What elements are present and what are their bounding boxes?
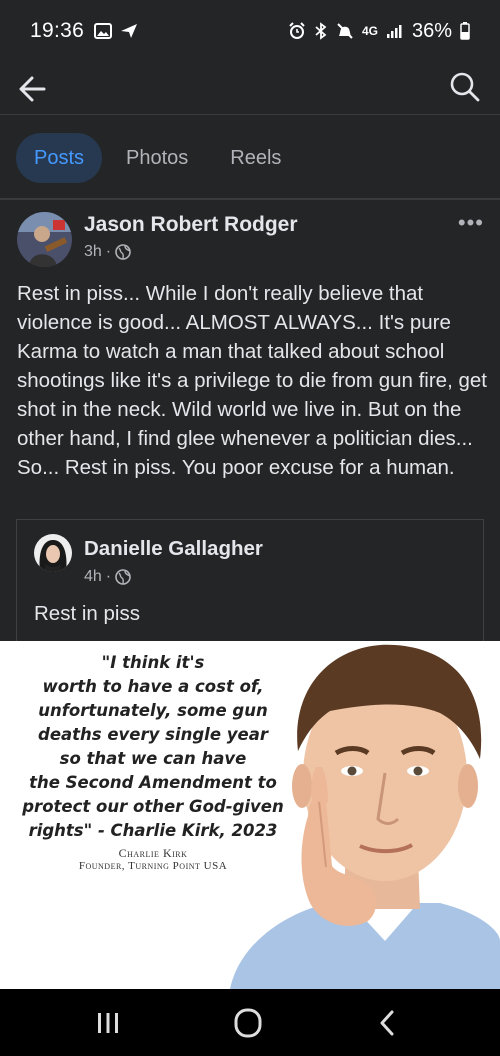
shared-text: Rest in piss xyxy=(34,602,140,625)
post-author[interactable]: Jason Robert Rodger xyxy=(84,213,298,237)
search-icon[interactable] xyxy=(446,68,484,106)
send-notification-icon xyxy=(121,24,138,38)
back-nav-icon[interactable] xyxy=(368,1005,408,1041)
author-avatar[interactable] xyxy=(17,212,72,267)
signal-icon xyxy=(386,25,402,38)
caption-title: Founder, Turning Point USA xyxy=(78,860,228,872)
shared-author-avatar[interactable] xyxy=(34,534,72,572)
bluetooth-icon xyxy=(315,22,327,40)
system-nav-bar xyxy=(0,989,500,1056)
meme-quote: "I think it's worth to have a cost of, u… xyxy=(22,653,284,840)
shared-image[interactable]: "I think it's worth to have a cost of, u… xyxy=(0,641,500,989)
header-divider xyxy=(0,114,500,115)
globe-icon xyxy=(115,569,131,585)
status-bar: 19:36 4G 36% xyxy=(0,0,500,62)
recent-apps-icon[interactable] xyxy=(88,1005,128,1041)
post-time: 3h xyxy=(84,243,102,260)
post-meta: 3h · xyxy=(84,243,131,261)
gallery-notification-icon xyxy=(94,23,113,39)
shared-author[interactable]: Danielle Gallagher xyxy=(84,537,263,561)
home-icon[interactable] xyxy=(228,1005,268,1041)
meme-caption: Charlie Kirk Founder, Turning Point USA xyxy=(22,847,284,873)
network-label: 4G xyxy=(361,24,378,38)
app-bar xyxy=(0,62,500,114)
tabs-divider xyxy=(0,198,500,200)
shared-meta: 4h · xyxy=(84,568,131,586)
tab-posts[interactable]: Posts xyxy=(16,133,103,183)
battery-icon xyxy=(460,22,470,40)
alarm-icon xyxy=(289,22,305,39)
shared-post[interactable]: Danielle Gallagher 4h · Rest in piss xyxy=(16,519,484,641)
back-arrow-icon[interactable] xyxy=(14,70,52,108)
shared-time: 4h xyxy=(84,568,102,585)
tab-reels[interactable]: Reels xyxy=(212,133,299,183)
globe-icon xyxy=(115,244,131,260)
more-options-icon[interactable]: ••• xyxy=(458,210,484,236)
profile-tabs: Posts Photos Reels xyxy=(16,132,299,184)
battery-level: 36% xyxy=(411,19,452,42)
post-text: Rest in piss... While I don't really bel… xyxy=(17,282,487,479)
mute-icon xyxy=(337,23,353,39)
caption-name: Charlie Kirk xyxy=(118,846,188,860)
status-time: 19:36 xyxy=(30,19,85,42)
tab-photos[interactable]: Photos xyxy=(108,133,206,183)
